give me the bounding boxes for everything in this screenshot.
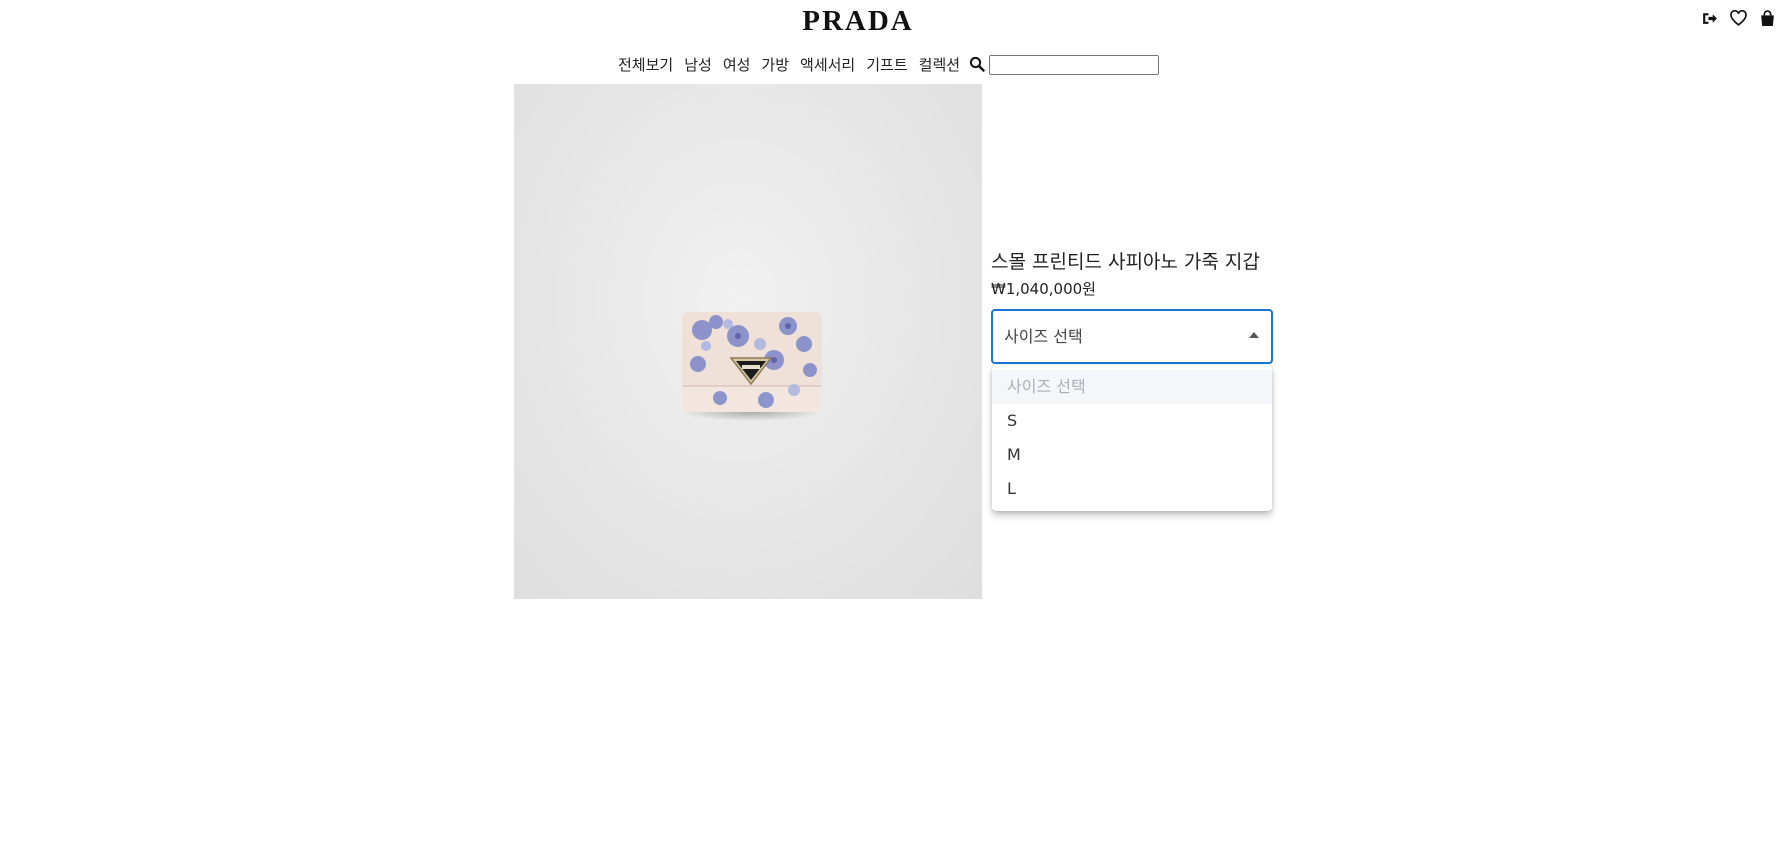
size-option-m[interactable]: M (992, 438, 1272, 472)
size-option-l[interactable]: L (992, 472, 1272, 506)
size-select[interactable]: 사이즈 선택 (991, 309, 1273, 364)
caret-up-icon (1249, 332, 1259, 338)
header-actions (1701, 10, 1776, 27)
nav-item-women[interactable]: 여성 (723, 54, 751, 75)
main-nav: 전체보기 남성 여성 가방 액세서리 기프트 컬렉션 (618, 52, 1160, 76)
search-input[interactable] (989, 55, 1160, 75)
nav-item-bags[interactable]: 가방 (761, 54, 789, 75)
size-option-s[interactable]: S (992, 404, 1272, 438)
size-select-value: 사이즈 선택 (1004, 327, 1083, 346)
nav-item-accessories[interactable]: 액세서리 (800, 54, 855, 75)
product-title: 스몰 프린티드 사피아노 가죽 지갑 (991, 251, 1260, 273)
brand-logo[interactable]: PRADA (788, 4, 928, 38)
shopping-bag-icon[interactable] (1759, 10, 1776, 27)
product-price: ₩1,040,000원 (991, 280, 1096, 298)
nav-item-gifts[interactable]: 기프트 (866, 54, 907, 75)
search-icon[interactable] (969, 56, 985, 72)
wallet-image (681, 312, 822, 421)
size-dropdown-menu: 사이즈 선택 S M L (992, 365, 1272, 511)
size-option-placeholder[interactable]: 사이즈 선택 (992, 370, 1272, 404)
product-image (514, 84, 982, 599)
nav-item-men[interactable]: 남성 (684, 54, 712, 75)
heart-icon[interactable] (1730, 10, 1747, 27)
nav-item-all[interactable]: 전체보기 (618, 54, 673, 75)
nav-item-collection[interactable]: 컬렉션 (919, 54, 960, 75)
logout-icon[interactable] (1701, 10, 1718, 27)
